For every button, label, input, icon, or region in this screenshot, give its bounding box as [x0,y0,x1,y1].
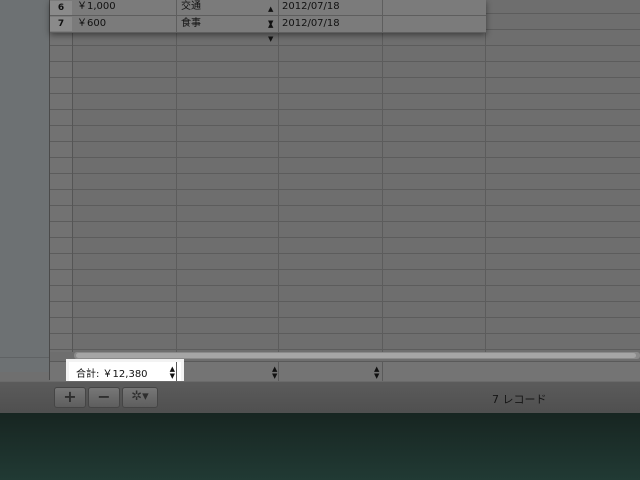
sum-label: 合計: ￥12,380 [76,369,148,380]
date-cell[interactable]: 2012/07/18 [282,0,340,14]
cell-divider [382,0,383,16]
category-cell[interactable]: 交通 [181,0,201,14]
remove-record-button[interactable]: − [88,387,120,408]
row-header-column [50,0,73,352]
horizontal-scrollbar[interactable] [74,352,640,359]
record-count-status: 7 レコード [492,393,547,406]
cell-divider [176,16,177,32]
desktop-background [0,413,640,480]
scrollbar-thumb[interactable] [76,353,636,358]
row-number: 7 [50,17,72,31]
table-row[interactable]: 7 ￥600 食事 ▲ ▼ 2012/07/18 [50,16,486,43]
category-cell[interactable]: 食事 [181,17,201,31]
sum-summary-cell[interactable]: 合計: ￥12,380 ▲ ▼ [69,362,181,381]
column-divider [485,0,486,352]
table-row[interactable]: 6 ￥1,000 交通 ▲ ▼ 2012/07/18 [50,0,486,27]
column-divider [382,0,383,352]
bottom-toolbar: + − ✲▾ 7 レコード [0,381,640,414]
footer-divider [278,362,279,382]
spreadsheet-grid[interactable]: 6 ￥1,000 交通 ▲ ▼ 2012/07/18 7 ￥600 食事 ▲ ▼ 2… [50,0,640,380]
column-divider [176,0,177,352]
summary-row: 合計: ￥12,380 ▲ ▼ ▲ ▼ ▲ ▼ [50,361,640,382]
amount-cell[interactable]: ￥1,000 [77,0,116,14]
column-divider [278,0,279,352]
cell-divider [278,16,279,32]
category-popup-arrows-icon[interactable]: ▲ ▼ [268,18,273,46]
records-table: 6 ￥1,000 交通 ▲ ▼ 2012/07/18 7 ￥600 食事 ▲ ▼ 2… [50,0,486,43]
gear-icon[interactable]: ✲▾ [122,387,158,408]
add-record-button[interactable]: + [54,387,86,408]
summary-popup-arrows-icon[interactable]: ▲ ▼ [170,366,175,380]
date-cell[interactable]: 2012/07/18 [282,17,340,31]
cell-divider [278,0,279,16]
cell-divider [176,0,177,16]
sidebar-divider [0,357,49,358]
footer-divider [382,362,383,382]
sidebar-panel [0,0,49,372]
footer-divider [176,362,177,382]
summary-popup-arrows-icon[interactable]: ▲ ▼ [374,366,379,380]
summary-popup-arrows-icon[interactable]: ▲ ▼ [272,366,277,380]
row-number: 6 [50,1,72,15]
cell-divider [382,16,383,32]
amount-cell[interactable]: ￥600 [77,17,106,31]
